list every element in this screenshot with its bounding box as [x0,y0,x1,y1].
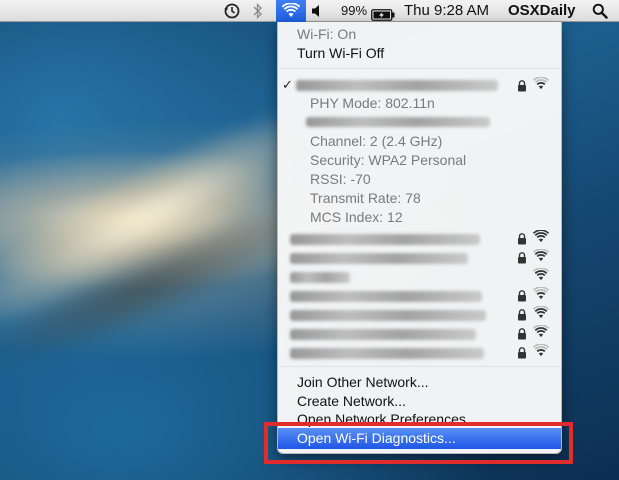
turn-wifi-off-item[interactable]: Turn Wi-Fi Off [278,44,561,63]
network-signal-icons [517,287,555,303]
menubar-clock[interactable]: Thu 9:28 AM [404,0,489,22]
wifi-signal-icon [533,325,549,338]
phy-mode-info: PHY Mode: 802.11n [310,95,435,111]
bssid-redacted [306,117,490,127]
channel-info: Channel: 2 (2.4 GHz) [310,133,443,149]
annotation-highlight-box [264,422,573,464]
network-name-redacted [290,291,482,302]
network-signal-icons [517,306,555,322]
lock-icon [518,309,526,321]
network-signal-icons [517,344,555,360]
wifi-signal-icon [533,306,549,319]
transmit-rate-info: Transmit Rate: 78 [310,190,421,206]
spotlight-search-icon[interactable] [592,0,610,22]
network-signal-icons [517,268,555,284]
lock-icon [518,347,526,359]
network-name-redacted [290,253,468,264]
battery-charging-icon[interactable] [371,5,395,21]
battery-percent[interactable]: 99% [341,0,367,22]
wifi-signal-icon [533,287,549,300]
mcs-index-info: MCS Index: 12 [310,209,403,225]
network-signal-icons [517,325,555,341]
wifi-signal-icon [533,249,549,262]
wifi-signal-icon [533,268,549,281]
bluetooth-icon[interactable] [250,0,266,22]
network-name-redacted [296,80,498,91]
wifi-menu-extra[interactable] [276,0,306,22]
network-name-redacted [290,234,480,245]
volume-icon[interactable] [311,0,327,22]
network-name-redacted [290,348,484,359]
menu-bar: 99% Thu 9:28 AM OSXDaily [0,0,619,22]
network-signal-icons [517,77,555,93]
wifi-status: Wi-Fi: On [297,26,357,42]
menu-separator [279,366,560,367]
network-name-redacted [290,272,350,283]
lock-icon [518,80,526,92]
checkmark-icon: ✓ [282,77,293,92]
wifi-signal-icon [533,77,549,90]
wifi-signal-icon [533,230,549,243]
lock-icon [518,290,526,302]
network-signal-icons [517,230,555,246]
create-network-item[interactable]: Create Network... [278,392,561,411]
lock-icon [518,252,526,264]
lock-icon [518,233,526,245]
security-info: Security: WPA2 Personal [310,152,467,168]
wifi-signal-icon [533,344,549,357]
network-signal-icons [517,249,555,265]
network-name-redacted [290,329,476,340]
menubar-user[interactable]: OSXDaily [508,0,576,22]
wifi-dropdown-menu: Wi-Fi: On Turn Wi-Fi Off ✓ PHY Mode: 802… [277,22,562,454]
time-machine-icon[interactable] [221,0,243,22]
wifi-icon [282,3,300,17]
join-other-network-item[interactable]: Join Other Network... [278,373,561,392]
network-name-redacted [290,310,486,321]
lock-icon [518,328,526,340]
menu-separator [279,68,560,69]
rssi-info: RSSI: -70 [310,171,371,187]
